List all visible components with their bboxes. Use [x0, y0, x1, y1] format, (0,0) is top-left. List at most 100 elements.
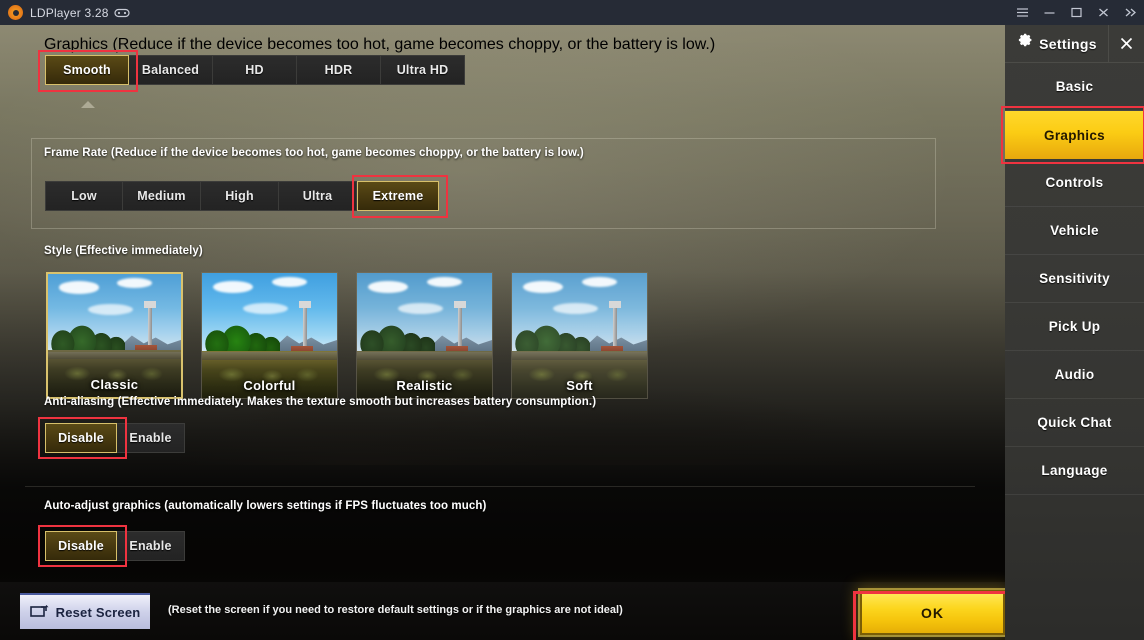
frame-rate-option-ultra-label: Ultra [302, 189, 333, 203]
thumb-road [357, 352, 492, 360]
ok-button-label: OK [921, 604, 944, 621]
settings-nav-list: Basic Graphics Controls Vehicle Sensitiv… [1001, 63, 1144, 640]
app-title: LDPlayer 3.28 [30, 5, 109, 20]
style-option-classic-label: Classic [90, 377, 139, 392]
section-divider [25, 486, 975, 487]
graphics-option-hd[interactable]: HD [213, 55, 297, 85]
gear-icon [1016, 33, 1033, 55]
anti-aliasing-option-enable[interactable]: Enable [117, 423, 185, 453]
title-bar: LDPlayer 3.28 [0, 0, 1144, 25]
sidebar-item-sensitivity-label: Sensitivity [1039, 271, 1110, 286]
auto-adjust-option-enable-label: Enable [129, 539, 172, 553]
sidebar-item-language[interactable]: Language [1005, 447, 1144, 495]
frame-rate-option-medium-label: Medium [137, 189, 186, 203]
ldplayer-logo-icon [8, 5, 23, 20]
frame-rate-option-extreme-label: Extreme [372, 189, 424, 203]
auto-adjust-option-disable-label: Disable [58, 539, 104, 553]
anti-aliasing-section-label: Anti-aliasing (Effective immediately. Ma… [44, 396, 597, 408]
thumb-tower [299, 300, 312, 351]
sidebar-item-graphics[interactable]: Graphics [1001, 106, 1144, 164]
menu-button[interactable] [1009, 0, 1036, 25]
graphics-option-balanced[interactable]: Balanced [129, 55, 213, 85]
sidebar-item-quickchat[interactable]: Quick Chat [1005, 399, 1144, 447]
style-option-realistic[interactable]: Realistic [356, 272, 493, 399]
thumb-tower [454, 300, 467, 351]
anti-aliasing-option-disable[interactable]: Disable [45, 423, 117, 453]
style-option-classic[interactable]: Classic [46, 272, 183, 399]
gamepad-icon [114, 7, 130, 18]
sidebar-item-controls-label: Controls [1045, 175, 1104, 190]
sidebar-item-audio-label: Audio [1054, 367, 1095, 382]
graphics-option-smooth-label: Smooth [63, 63, 111, 77]
style-section-label: Style (Effective immediately) [44, 245, 203, 257]
ldplayer-window: LDPlayer 3.28 Graphics (Reduce if the de… [0, 0, 1144, 640]
anti-aliasing-options: Disable Enable [45, 423, 185, 453]
sidebar-item-language-label: Language [1041, 463, 1108, 478]
graphics-option-ultrahd-label: Ultra HD [396, 63, 449, 77]
minimize-button[interactable] [1036, 0, 1063, 25]
frame-rate-option-low[interactable]: Low [45, 181, 123, 211]
sidebar-item-pickup[interactable]: Pick Up [1005, 303, 1144, 351]
settings-title: Settings [1039, 35, 1097, 52]
frame-rate-option-low-label: Low [71, 189, 97, 203]
reset-screen-icon [29, 604, 49, 621]
bottom-bar: Reset Screen (Reset the screen if you ne… [0, 582, 1005, 640]
graphics-option-ultrahd[interactable]: Ultra HD [381, 55, 465, 85]
thumb-cloud [87, 303, 134, 315]
settings-header: Settings [1005, 25, 1144, 63]
frame-rate-option-ultra[interactable]: Ultra [279, 181, 357, 211]
frame-rate-option-extreme[interactable]: Extreme [357, 181, 439, 211]
anti-aliasing-option-disable-label: Disable [58, 431, 104, 445]
style-option-colorful-label: Colorful [243, 378, 296, 393]
style-options: Classic Colorful Realistic Soft [46, 272, 648, 399]
graphics-option-hdr-label: HDR [324, 63, 353, 77]
thumb-cloud [117, 277, 152, 288]
settings-close-button[interactable] [1108, 25, 1144, 62]
sidebar-item-audio[interactable]: Audio [1005, 351, 1144, 399]
settings-title-group: Settings [1005, 25, 1108, 62]
sidebar-item-controls[interactable]: Controls [1005, 159, 1144, 207]
thumb-cloud [582, 276, 618, 287]
auto-adjust-options: Disable Enable [45, 531, 185, 561]
sidebar-item-sensitivity[interactable]: Sensitivity [1005, 255, 1144, 303]
thumb-tower [143, 300, 156, 351]
thumb-road [48, 352, 181, 360]
window-controls [1009, 0, 1144, 25]
graphics-option-smooth[interactable]: Smooth [45, 55, 129, 85]
style-option-soft[interactable]: Soft [511, 272, 648, 399]
auto-adjust-option-disable[interactable]: Disable [45, 531, 117, 561]
sidebar-item-vehicle[interactable]: Vehicle [1005, 207, 1144, 255]
sidebar-item-vehicle-label: Vehicle [1050, 223, 1099, 238]
frame-rate-option-high[interactable]: High [201, 181, 279, 211]
close-button[interactable] [1090, 0, 1117, 25]
frame-rate-option-medium[interactable]: Medium [123, 181, 201, 211]
reset-screen-button[interactable]: Reset Screen [20, 593, 150, 629]
graphics-quality-options: Smooth Balanced HD HDR Ultra HD [45, 55, 465, 85]
sidebar-item-quickchat-label: Quick Chat [1037, 415, 1112, 430]
frame-rate-options: Low Medium High Ultra Extreme [45, 181, 439, 211]
frame-rate-section-label: Frame Rate (Reduce if the device becomes… [44, 147, 584, 159]
frame-rate-option-high-label: High [225, 189, 254, 203]
auto-adjust-option-enable[interactable]: Enable [117, 531, 185, 561]
sidebar-item-basic[interactable]: Basic [1005, 63, 1144, 111]
sidebar-item-graphics-label: Graphics [1044, 127, 1105, 143]
settings-sidebar: Settings Basic Graphics Controls Vehicle [1001, 25, 1144, 640]
graphics-selection-caret [81, 101, 95, 108]
thumb-tower [609, 300, 622, 351]
thumb-road [202, 352, 337, 360]
graphics-option-hdr[interactable]: HDR [297, 55, 381, 85]
expand-button[interactable] [1117, 0, 1144, 25]
maximize-button[interactable] [1063, 0, 1090, 25]
thumb-cloud [58, 281, 99, 294]
ok-button[interactable]: OK [860, 590, 1005, 635]
thumb-cloud [522, 280, 564, 293]
reset-screen-hint: (Reset the screen if you need to restore… [168, 604, 623, 616]
sidebar-item-pickup-label: Pick Up [1048, 319, 1101, 334]
thumb-road [512, 352, 647, 360]
graphics-section-label: Graphics (Reduce if the device becomes t… [44, 36, 716, 53]
auto-adjust-section-label: Auto-adjust graphics (automatically lowe… [44, 500, 487, 512]
style-option-soft-label: Soft [566, 378, 593, 393]
style-option-colorful[interactable]: Colorful [201, 272, 338, 399]
thumb-cloud [427, 276, 463, 287]
style-option-realistic-label: Realistic [396, 378, 453, 393]
